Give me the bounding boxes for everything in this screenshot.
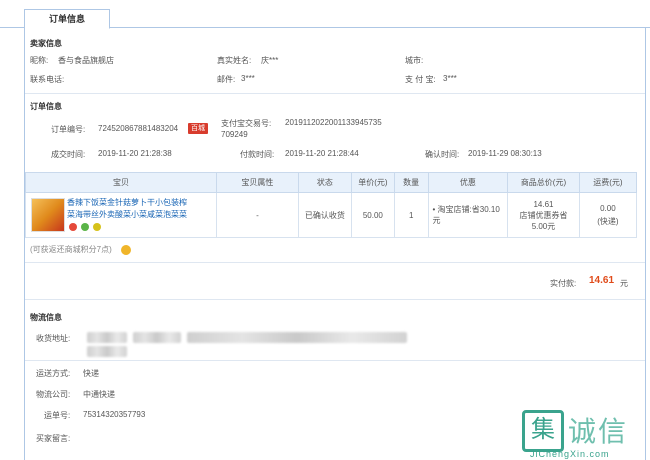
guarantee-icon bbox=[93, 222, 102, 231]
seller-city-label: 城市: bbox=[405, 56, 424, 65]
buyer-message-label: 买家留言: bbox=[36, 434, 71, 443]
goods-price: 50.00 bbox=[350, 192, 395, 238]
order-no-value: 724520867881483204 bbox=[98, 124, 179, 133]
seller-nick-label: 昵称: bbox=[30, 56, 49, 65]
goods-status: 已确认收货 bbox=[297, 192, 352, 238]
col-header-discount: 优惠 bbox=[427, 172, 509, 193]
goods-table: 宝贝 宝贝属性 状态 单价(元) 数量 优惠 商品总价(元) 运费(元) 香辣下… bbox=[24, 172, 638, 238]
seller-alipay-label: 支 付 宝: bbox=[405, 75, 436, 84]
tab-order-info[interactable]: 订单信息 bbox=[24, 9, 110, 29]
divider bbox=[25, 93, 645, 94]
tracking-no-label: 运单号: bbox=[44, 411, 71, 420]
table-row: 香辣下饭菜金针菇萝卜干小包装榨菜海带丝外卖酸菜小菜咸菜泡菜菜 - 已确认收货 5… bbox=[24, 192, 638, 238]
seller-section-title: 卖家信息 bbox=[30, 39, 62, 48]
goods-qty: 1 bbox=[393, 192, 429, 238]
alipay-trade-label: 支付宝交易号: bbox=[221, 119, 272, 128]
tab-bar: 订单信息 bbox=[0, 0, 650, 29]
col-header-shipping: 运费(元) bbox=[578, 172, 638, 193]
col-header-item: 宝贝 bbox=[24, 172, 218, 193]
shipping-fee: 0.00 bbox=[600, 204, 616, 213]
goods-total-value: 14.61 bbox=[533, 199, 554, 209]
col-header-qty: 数量 bbox=[393, 172, 429, 193]
seller-email-label: 邮件: bbox=[217, 75, 236, 84]
service-icon bbox=[69, 222, 77, 231]
logistics-company-label: 物流公司: bbox=[36, 390, 71, 399]
divider bbox=[25, 262, 645, 263]
col-header-total: 商品总价(元) bbox=[507, 172, 580, 193]
seller-nick-value: 香与食品旗舰店 bbox=[58, 56, 114, 65]
watermark-logo: 集 诚信 JiChengXin.com bbox=[522, 410, 647, 459]
watermark-glyph: 集 bbox=[522, 410, 564, 452]
redacted-address bbox=[87, 346, 127, 357]
paid-time-value: 2019-11-20 21:28:44 bbox=[285, 149, 359, 158]
seller-phone-label: 联系电话: bbox=[30, 75, 65, 84]
help-icon[interactable] bbox=[121, 245, 131, 255]
goods-coupon-note: 店铺优惠券省 bbox=[519, 210, 568, 220]
col-header-attr: 宝贝属性 bbox=[216, 172, 299, 193]
goods-coupon-amount: 5.00元 bbox=[531, 221, 556, 231]
paid-amount-label: 实付款: bbox=[550, 279, 577, 288]
delivery-method-value: 快递 bbox=[83, 369, 99, 378]
divider bbox=[25, 299, 645, 300]
confirm-time-value: 2019-11-29 08:30:13 bbox=[468, 149, 542, 158]
seller-alipay-value: 3*** bbox=[443, 74, 457, 83]
col-header-status: 状态 bbox=[297, 172, 352, 193]
paid-amount-unit: 元 bbox=[620, 279, 628, 288]
shipping-method: (快递) bbox=[597, 217, 619, 226]
alipay-trade-value: 2019112022001133945735 bbox=[285, 118, 382, 127]
col-header-price: 单价(元) bbox=[350, 172, 395, 193]
order-detail-panel: 卖家信息 昵称: 香与食品旗舰店 真实姓名: 庆*** 城市: 联系电话: 邮件… bbox=[24, 27, 646, 460]
goods-discount: • 淘宝店铺:省30.10元 bbox=[427, 192, 509, 238]
logistics-section-title: 物流信息 bbox=[30, 313, 62, 322]
goods-total: 14.61 店铺优惠券省 5.00元 bbox=[507, 192, 580, 238]
product-title-link[interactable]: 香辣下饭菜金针菇萝卜干小包装榨菜海带丝外卖酸菜小菜咸菜泡菜菜 bbox=[67, 197, 189, 233]
tmall-badge: 百城 bbox=[188, 123, 208, 134]
service-icon bbox=[81, 222, 90, 231]
redacted-address bbox=[133, 332, 181, 343]
order-section-title: 订单信息 bbox=[30, 102, 62, 111]
tracking-no-value: 75314320357793 bbox=[83, 410, 146, 419]
alipay-trade-value-cont: 709249 bbox=[221, 130, 248, 139]
seller-email-value: 3*** bbox=[241, 74, 255, 83]
order-no-label: 订单编号: bbox=[51, 125, 86, 134]
paid-time-label: 付款时间: bbox=[240, 150, 275, 159]
product-title[interactable]: 香辣下饭菜金针菇萝卜干小包装榨菜海带丝外卖酸菜小菜咸菜泡菜菜 bbox=[67, 198, 187, 219]
watermark-text: 诚信 bbox=[568, 416, 629, 447]
points-note: (可获返还商城积分7点) bbox=[30, 245, 112, 254]
redacted-address bbox=[187, 332, 407, 343]
created-time-label: 成交时间: bbox=[51, 150, 86, 159]
goods-shipping: 0.00 (快递) bbox=[578, 192, 638, 238]
address-label: 收货地址: bbox=[36, 334, 71, 343]
divider bbox=[25, 360, 645, 361]
goods-table-header: 宝贝 宝贝属性 状态 单价(元) 数量 优惠 商品总价(元) 运费(元) bbox=[24, 172, 638, 193]
logistics-company-value: 中通快递 bbox=[83, 390, 115, 399]
goods-attr: - bbox=[216, 192, 299, 238]
confirm-time-label: 确认时间: bbox=[425, 150, 460, 159]
created-time-value: 2019-11-20 21:28:38 bbox=[98, 149, 172, 158]
seller-realname-value: 庆*** bbox=[261, 56, 279, 65]
goods-item-cell: 香辣下饭菜金针菇萝卜干小包装榨菜海带丝外卖酸菜小菜咸菜泡菜菜 bbox=[24, 192, 218, 238]
redacted-address bbox=[87, 332, 127, 343]
seller-realname-label: 真实姓名: bbox=[217, 56, 252, 65]
paid-amount-value: 14.61 bbox=[589, 275, 615, 286]
delivery-method-label: 运送方式: bbox=[36, 369, 71, 378]
watermark-url: JiChengXin.com bbox=[530, 449, 610, 459]
product-thumbnail[interactable] bbox=[31, 198, 65, 232]
